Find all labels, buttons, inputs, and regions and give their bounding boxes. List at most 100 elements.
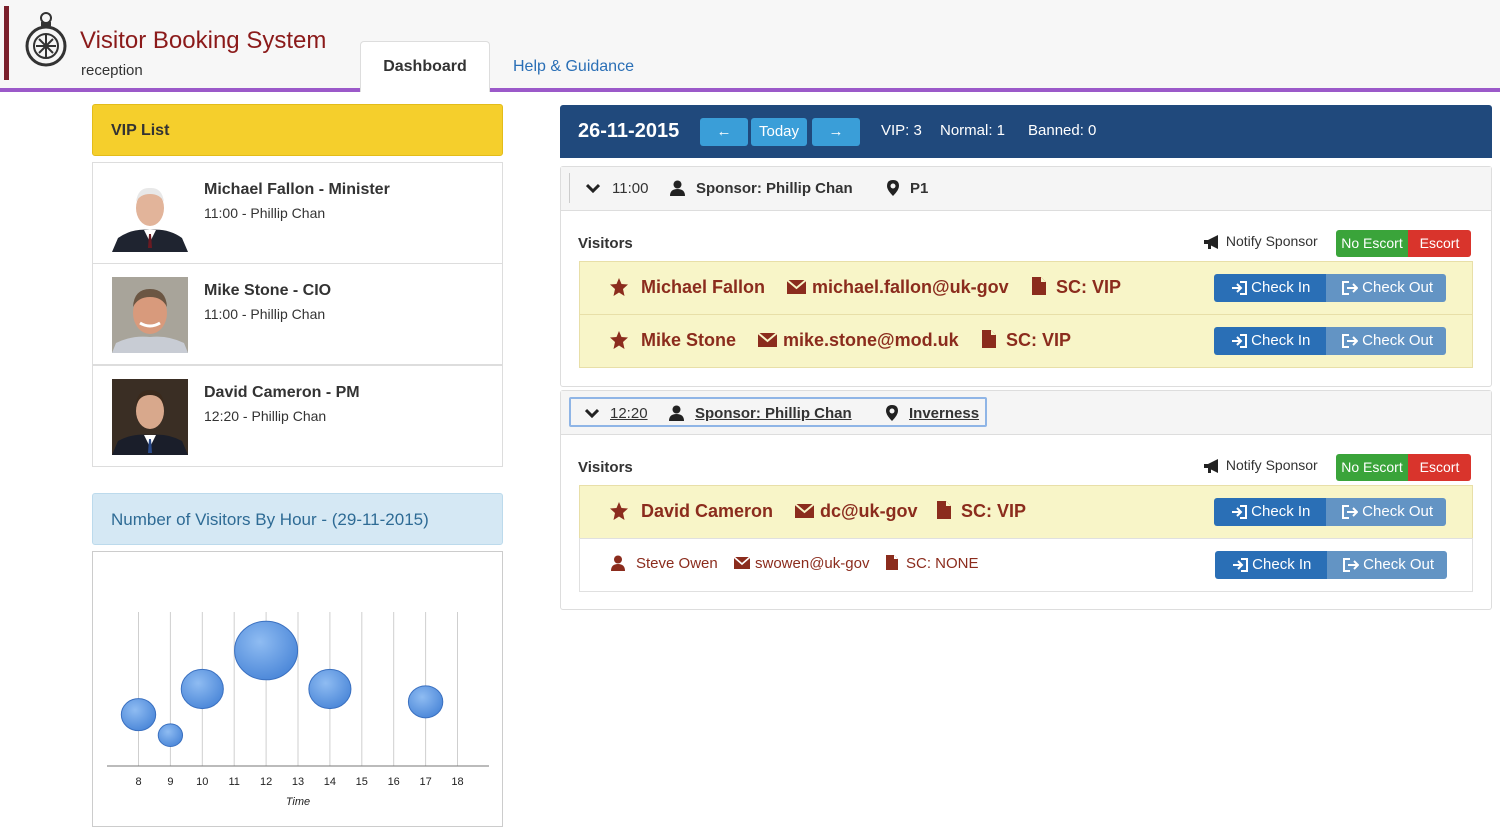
next-day-button[interactable]: →	[812, 118, 860, 146]
check-out-button[interactable]: Check Out	[1326, 327, 1446, 355]
envelope-icon	[734, 557, 750, 569]
booking-sponsor: Sponsor: Phillip Chan	[695, 405, 852, 422]
visitor-row: Mike Stone mike.stone@mod.uk SC: VIP Che…	[579, 314, 1473, 368]
envelope-icon	[787, 280, 806, 294]
file-icon	[937, 501, 951, 519]
no-escort-button[interactable]: No Escort	[1336, 230, 1408, 257]
chevron-down-icon	[585, 408, 599, 418]
booking-panel: 11:00 Sponsor: Phillip Chan P1 Visitors …	[560, 166, 1492, 387]
visitor-row: Michael Fallon michael.fallon@uk-gov SC:…	[579, 261, 1473, 315]
vip-time: 11:00 - Phillip Chan	[204, 205, 326, 221]
chart-bubble	[234, 620, 299, 681]
visitor-clearance: SC: VIP	[1056, 277, 1122, 297]
vip-time: 11:00 - Phillip Chan	[204, 306, 326, 322]
visitor-clearance: SC: VIP	[961, 501, 1027, 521]
visitor-email: mike.stone@mod.uk	[783, 330, 959, 350]
chart-tick-label: 9	[167, 776, 173, 788]
chevron-down-icon	[586, 183, 600, 193]
chart-bubble	[407, 685, 444, 719]
vip-time: 12:20 - Phillip Chan	[204, 408, 327, 424]
vip-name: Michael Fallon - Minister	[204, 181, 390, 198]
chart-svg: 8 9 10 11 12 13 14 15 16 17 18 Time	[107, 612, 489, 808]
check-out-button[interactable]: Check Out	[1327, 551, 1447, 579]
user-icon	[611, 555, 625, 571]
check-in-button[interactable]: Check In	[1214, 327, 1326, 355]
chart-tick-label: 17	[419, 776, 431, 788]
chart-tick-label: 12	[260, 776, 272, 788]
booking-location: P1	[910, 180, 929, 197]
vip-name: David Cameron - PM	[204, 384, 360, 401]
visitor-name: Michael Fallon	[641, 277, 766, 297]
chart-tick-label: 11	[228, 776, 239, 788]
vip-list-item[interactable]: Mike Stone - CIO 11:00 - Phillip Chan	[92, 263, 503, 365]
vip-list-header: VIP List	[92, 104, 503, 156]
sign-in-icon	[1232, 281, 1247, 296]
previous-day-button[interactable]: ←	[700, 118, 748, 146]
normal-count: Normal: 1	[940, 122, 1006, 139]
check-out-button[interactable]: Check Out	[1326, 498, 1446, 526]
today-button[interactable]: Today	[751, 118, 807, 146]
tab-help-guidance[interactable]: Help & Guidance	[513, 58, 634, 76]
chart-x-axis-label: Time	[286, 796, 310, 808]
sign-out-icon	[1342, 505, 1358, 520]
vip-list-item[interactable]: Michael Fallon - Minister 11:00 - Philli…	[92, 162, 503, 264]
notify-sponsor-link[interactable]: Notify Sponsor	[1204, 457, 1318, 474]
crest-logo-icon	[25, 12, 67, 67]
avatar	[112, 277, 188, 353]
envelope-icon	[758, 333, 777, 347]
star-icon	[610, 331, 628, 349]
vip-count: VIP: 3	[881, 122, 922, 139]
top-header: Visitor Booking System reception Dashboa…	[0, 0, 1500, 92]
booking-panel: 12:20 Sponsor: Phillip Chan Inverness Vi…	[560, 390, 1492, 610]
vip-name: Mike Stone - CIO	[204, 282, 332, 299]
visitors-by-hour-chart: 8 9 10 11 12 13 14 15 16 17 18 Time	[92, 551, 503, 827]
visitor-name: David Cameron	[641, 501, 774, 521]
booking-sponsor: Sponsor: Phillip Chan	[696, 180, 853, 197]
chart-tick-label: 10	[196, 776, 208, 788]
bullhorn-icon	[1204, 235, 1218, 250]
chart-panel-header: Number of Visitors By Hour - (29-11-2015…	[92, 493, 503, 545]
no-escort-button[interactable]: No Escort	[1336, 454, 1408, 481]
current-date: 26-11-2015	[578, 120, 680, 142]
app-title: Visitor Booking System	[80, 27, 327, 54]
chart-tick-label: 8	[135, 776, 141, 788]
sign-in-icon	[1233, 558, 1248, 573]
check-in-button[interactable]: Check In	[1215, 551, 1327, 579]
booking-summary[interactable]: 12:20 Sponsor: Phillip Chan Inverness	[569, 397, 987, 427]
chart-tick-label: 16	[388, 776, 400, 788]
booking-header[interactable]: 12:20 Sponsor: Phillip Chan Inverness	[561, 391, 1491, 435]
visitor-name: Steve Owen	[636, 555, 718, 572]
booking-header[interactable]: 11:00 Sponsor: Phillip Chan P1	[561, 167, 1491, 211]
notify-sponsor-link[interactable]: Notify Sponsor	[1204, 233, 1318, 250]
visitors-label: Visitors	[578, 459, 633, 476]
star-icon	[610, 502, 628, 520]
bullhorn-icon	[1204, 459, 1218, 474]
sign-in-icon	[1232, 334, 1247, 349]
escort-button[interactable]: Escort	[1408, 230, 1471, 257]
visitor-row: Steve Owen swowen@uk-gov SC: NONE Check …	[579, 538, 1473, 592]
check-in-button[interactable]: Check In	[1214, 498, 1326, 526]
visitor-email: swowen@uk-gov	[755, 555, 870, 572]
chart-tick-label: 18	[451, 776, 463, 788]
chart-bubble	[157, 723, 184, 747]
chart-bubble	[180, 668, 224, 710]
escort-button[interactable]: Escort	[1408, 454, 1471, 481]
booking-time: 12:20	[610, 405, 648, 422]
vip-list-item[interactable]: David Cameron - PM 12:20 - Phillip Chan	[92, 365, 503, 467]
user-icon	[669, 405, 684, 421]
visitor-clearance: SC: NONE	[906, 555, 979, 572]
envelope-icon	[795, 504, 814, 518]
booking-summary[interactable]: 11:00 Sponsor: Phillip Chan P1	[569, 173, 987, 203]
star-icon	[610, 278, 628, 296]
tab-dashboard[interactable]: Dashboard	[360, 41, 490, 92]
sign-in-icon	[1232, 505, 1247, 520]
arrow-left-icon: ←	[716, 123, 732, 140]
app-subtitle: reception	[81, 62, 143, 79]
map-marker-icon	[887, 180, 899, 196]
check-out-button[interactable]: Check Out	[1326, 274, 1446, 302]
booking-time: 11:00	[612, 180, 649, 197]
visitors-label: Visitors	[578, 235, 633, 252]
chart-bubble	[120, 698, 157, 732]
chart-tick-label: 14	[324, 776, 336, 788]
check-in-button[interactable]: Check In	[1214, 274, 1326, 302]
